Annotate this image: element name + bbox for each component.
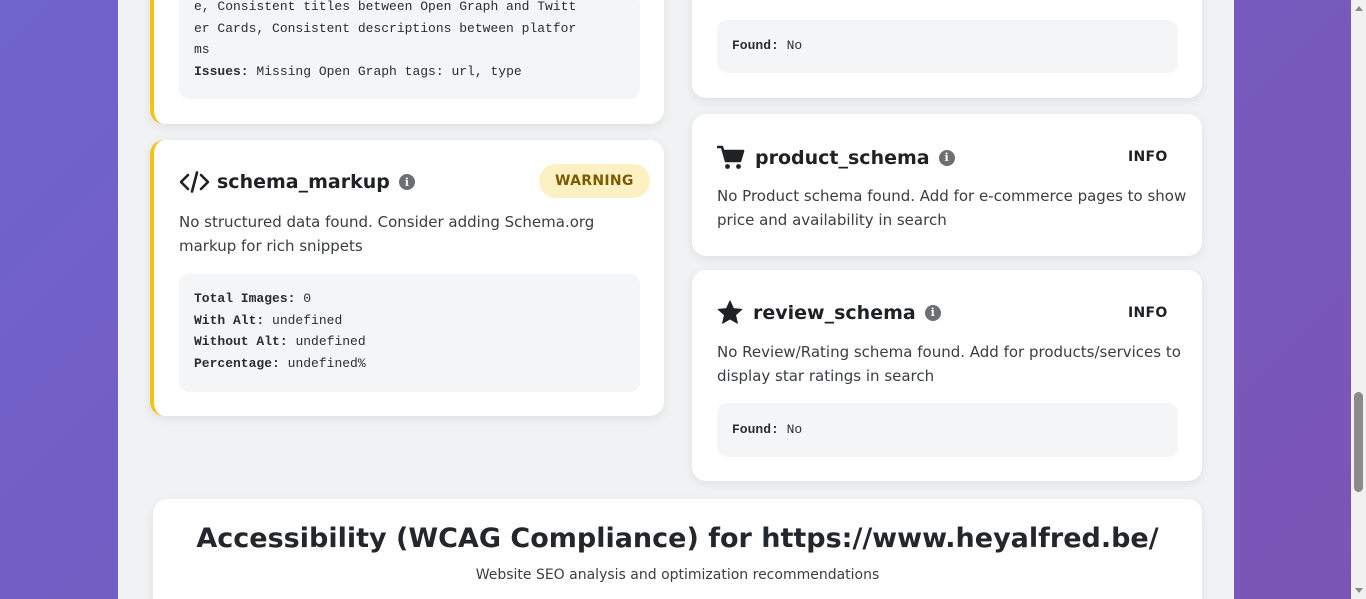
opengraph-check-card: e, Consistent titles between Open Graph … [150, 0, 664, 124]
schema-markup-title: schema_markup [217, 171, 390, 193]
code-icon [179, 171, 210, 193]
scroll-down-arrow-icon[interactable] [1355, 588, 1363, 593]
code-line: e, Consistent titles between Open Graph … [194, 0, 577, 14]
product-schema-card: product_schema i INFO No Product schema … [692, 114, 1202, 256]
detail-row: With Alt: undefined [194, 312, 343, 328]
shopping-cart-icon [717, 145, 745, 170]
right-top-card: Found: No [692, 0, 1202, 98]
info-icon[interactable]: i [924, 304, 941, 321]
found-box: Found: No [717, 20, 1178, 73]
product-schema-description: No Product schema found. Add for e-comme… [717, 187, 1187, 229]
section-title: Accessibility (WCAG Compliance) for http… [196, 523, 1159, 554]
scroll-up-arrow-icon[interactable] [1355, 6, 1363, 11]
schema-markup-details: Total Images: 0 With Alt: undefined With… [179, 274, 640, 392]
detail-row: Percentage: undefined% [194, 355, 366, 371]
opengraph-details: e, Consistent titles between Open Graph … [179, 0, 640, 99]
status-badge-info: INFO [1128, 149, 1168, 165]
schema-markup-description: No structured data found. Consider addin… [179, 213, 595, 255]
vertical-scrollbar[interactable] [1351, 0, 1366, 599]
review-schema-description: No Review/Rating schema found. Add for p… [717, 343, 1181, 385]
star-icon [717, 300, 743, 325]
status-badge-info: INFO [1128, 305, 1168, 321]
found-label: Found: [732, 422, 779, 437]
code-line: ms [194, 42, 210, 57]
found-value: No [786, 422, 803, 437]
code-line: er Cards, Consistent descriptions betwee… [194, 20, 577, 36]
found-label: Found: [732, 38, 779, 53]
found-value: No [786, 38, 803, 53]
accessibility-section-header: Accessibility (WCAG Compliance) for http… [153, 499, 1202, 599]
review-schema-title: review_schema [753, 301, 916, 324]
review-schema-card: review_schema i INFO No Review/Rating sc… [692, 270, 1202, 481]
section-subtitle: Website SEO analysis and optimization re… [475, 567, 880, 583]
detail-row: Total Images: 0 [194, 291, 312, 306]
detail-row: Without Alt: undefined [194, 334, 366, 349]
issues-label: Issues: [194, 63, 249, 79]
info-icon[interactable]: i [938, 149, 955, 166]
issues-value: Missing Open Graph tags: url, type [256, 63, 522, 79]
scrollbar-thumb[interactable] [1354, 392, 1363, 492]
schema-markup-card: schema_markup i WARNING No structured da… [150, 140, 664, 416]
info-icon[interactable]: i [398, 174, 415, 190]
product-schema-title: product_schema [755, 146, 930, 169]
found-box: Found: No [717, 403, 1178, 457]
status-badge-warning: WARNING [539, 164, 650, 198]
